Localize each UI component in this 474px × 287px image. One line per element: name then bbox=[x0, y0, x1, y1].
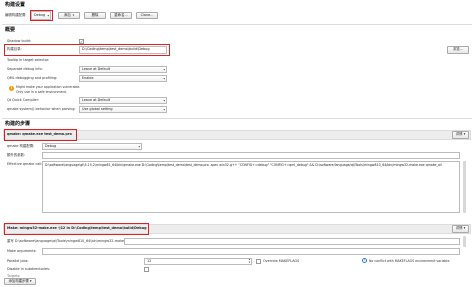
qmake-details-button[interactable]: 详情 ▾ bbox=[452, 131, 469, 139]
effective-call-scrollbar[interactable] bbox=[463, 161, 466, 213]
qmake-config-value: Debug bbox=[45, 143, 57, 148]
qmake-config-select[interactable]: Debug ▾ bbox=[42, 143, 142, 150]
override-makeflags-checkbox[interactable] bbox=[256, 259, 261, 264]
qmake-config-label: qmake 构建配置: bbox=[7, 144, 35, 148]
add-build-step-button[interactable]: 添加构建步骤 ▾ bbox=[4, 278, 36, 285]
qt-quick-select[interactable]: Leave at Default ▾ bbox=[79, 97, 167, 104]
divider bbox=[2, 118, 472, 119]
disable-subdirs-checkbox[interactable] bbox=[144, 267, 149, 272]
qmake-behavior-select[interactable]: Use global setting ▾ bbox=[79, 106, 167, 113]
build-dir-label: 构建目录: bbox=[7, 47, 22, 51]
qmake-step-summary: qmake: qmake.exe test_demo.pro bbox=[7, 132, 72, 136]
chevron-down-icon: ▾ bbox=[163, 66, 165, 71]
make-step-summary: Make: mingw32-make.exe -j12 in D:\Coding… bbox=[7, 226, 147, 230]
qmake-step-header bbox=[3, 130, 471, 140]
override-make-label: 重写 D:\software\language\qt\Tools\mingw81… bbox=[7, 239, 133, 243]
qml-debug-select[interactable]: Enable ▾ bbox=[79, 75, 167, 82]
warning-line-2: Only use in a safe environment. bbox=[16, 90, 67, 94]
override-makeflags-label: Override MAKEFLAGS bbox=[263, 259, 300, 263]
config-label: 编辑构建配置: bbox=[5, 13, 27, 17]
spin-arrows-icon[interactable]: ▴ ▾ bbox=[249, 259, 250, 264]
info-icon: i bbox=[362, 258, 367, 263]
effective-call-label: Effective qmake call: bbox=[7, 162, 43, 166]
make-details-button[interactable]: 详情 ▾ bbox=[452, 225, 469, 233]
make-args-input[interactable] bbox=[42, 248, 460, 255]
rename-config-button[interactable]: 重命名... bbox=[110, 12, 132, 19]
build-settings-title: 构建设置 bbox=[5, 2, 26, 8]
add-config-label: 添加 bbox=[63, 12, 71, 17]
chevron-down-icon: ▾ bbox=[138, 143, 140, 148]
qml-debug-value: Enable bbox=[82, 75, 94, 80]
build-dir-input[interactable]: D:\Coding\temp\test_demo\build\Debug bbox=[79, 46, 167, 54]
delete-config-button[interactable]: 删除 bbox=[84, 12, 106, 19]
shadow-build-label: Shadow build: bbox=[7, 39, 31, 43]
extra-args-label: 额外的参数: bbox=[7, 153, 26, 157]
browse-button[interactable]: 浏览... bbox=[447, 46, 469, 54]
disable-subdirs-label: Disable in subdirectories: bbox=[7, 267, 50, 271]
qmake-behavior-value: Use global setting bbox=[82, 106, 113, 111]
qt-quick-label: Qt Quick Compiler: bbox=[7, 98, 40, 102]
warning-line-1: Might make your application vulnerable. bbox=[16, 85, 81, 89]
general-section-title: 概要 bbox=[5, 27, 16, 33]
chevron-down-icon: ▾ bbox=[47, 12, 49, 17]
tooltip-target-label: Tooltip in target selector: bbox=[7, 58, 50, 62]
build-steps-title: 构建的步骤 bbox=[5, 121, 31, 127]
parallel-jobs-spinbox[interactable]: 12 ▴ ▾ bbox=[144, 258, 252, 265]
config-select-value: Debug bbox=[34, 12, 46, 17]
chevron-down-icon: ▾ bbox=[163, 106, 165, 111]
override-scrollbar[interactable] bbox=[463, 236, 466, 247]
clone-config-button[interactable]: Clone... bbox=[136, 12, 158, 19]
separate-debug-value: Leave at Default bbox=[82, 66, 111, 71]
make-args-label: Make arguments: bbox=[7, 249, 37, 253]
divider bbox=[2, 24, 472, 25]
qml-debug-label: QML debugging and profiling: bbox=[7, 76, 58, 80]
chevron-down-icon: ▾ bbox=[72, 12, 75, 17]
override-make-input[interactable] bbox=[124, 238, 460, 245]
qt-quick-value: Leave at Default bbox=[82, 97, 111, 102]
chevron-down-icon: ▾ bbox=[163, 75, 165, 80]
separate-debug-select[interactable]: Leave at Default ▾ bbox=[79, 66, 167, 73]
extra-args-input[interactable] bbox=[42, 152, 460, 159]
add-config-button[interactable]: 添加 ▾ bbox=[58, 12, 80, 19]
parallel-jobs-value: 12 bbox=[147, 258, 152, 263]
config-select[interactable]: Debug ▾ bbox=[31, 11, 51, 20]
shadow-build-checkbox[interactable]: ✓ bbox=[79, 39, 84, 44]
parallel-jobs-label: Parallel jobs: bbox=[7, 259, 29, 263]
separate-debug-label: Separate debug info: bbox=[7, 67, 43, 71]
effective-call-textarea[interactable]: D:\software\language\qt\5.15.2\mingw81_6… bbox=[42, 161, 460, 213]
warning-icon: ! bbox=[9, 86, 14, 91]
qmake-behavior-label: qmake system() behavior when parsing: bbox=[7, 107, 76, 111]
makeflags-note: No conflict with MAKEFLAGS environment v… bbox=[369, 259, 451, 263]
chevron-down-icon: ▾ bbox=[163, 97, 165, 102]
